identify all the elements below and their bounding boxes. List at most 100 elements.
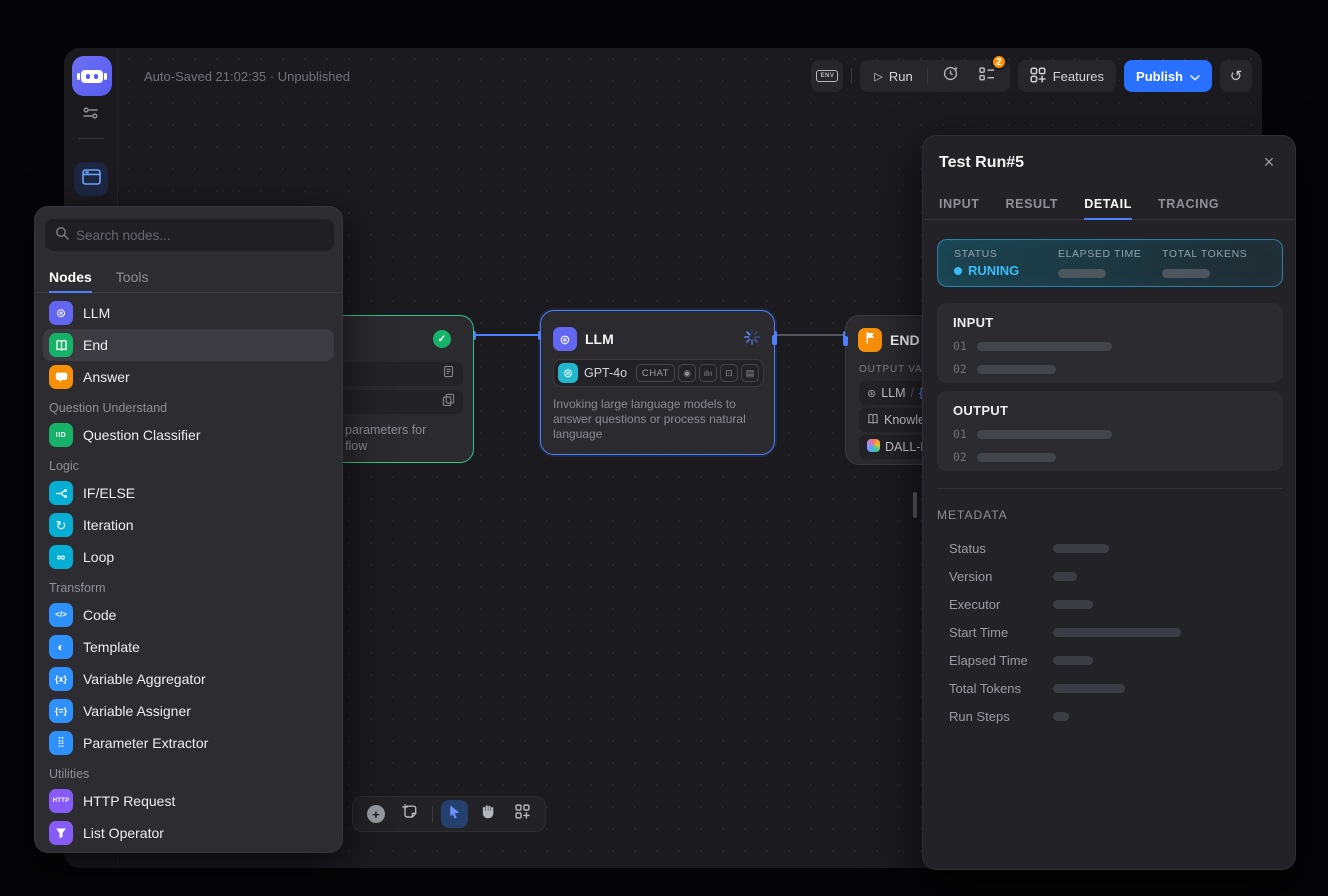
features-button[interactable]: Features	[1018, 60, 1116, 92]
hand-mode-button[interactable]	[474, 800, 502, 828]
skeleton-bar	[1058, 269, 1106, 278]
status-card-label: STATUS	[954, 248, 1058, 260]
test-run-panel: Test Run#5 × INPUTRESULTDETAILTRACING ST…	[922, 135, 1296, 870]
answer-icon	[49, 365, 73, 389]
node-item-label: Variable Aggregator	[83, 671, 206, 687]
checklist-button[interactable]: 2	[974, 63, 1000, 89]
node-group-title: Transform	[43, 573, 334, 599]
run-button[interactable]: ▷ Run	[870, 69, 916, 84]
node-item-question-classifier[interactable]: IIDQuestion Classifier	[43, 419, 334, 451]
organize-nodes-button[interactable]	[508, 800, 536, 828]
http-request-icon: HTTP	[49, 789, 73, 813]
llm-output-port[interactable]	[772, 335, 777, 345]
tab-tracing[interactable]: TRACING	[1158, 188, 1219, 219]
node-item-llm[interactable]: ⊛LLM	[43, 297, 334, 329]
node-item-iteration[interactable]: ↻Iteration	[43, 509, 334, 541]
node-item-parameter-extractor[interactable]: ⣿Parameter Extractor	[43, 727, 334, 759]
node-item-code[interactable]: </>Code	[43, 599, 334, 631]
run-status-card: STATUS RUNINGELAPSED TIMETOTAL TOKENS	[937, 239, 1283, 287]
pointer-mode-button[interactable]	[441, 800, 469, 828]
node-item-label: LLM	[83, 305, 110, 321]
sliders-icon[interactable]	[83, 106, 99, 118]
skeleton-bar	[1053, 628, 1181, 637]
node-item-end[interactable]: End	[43, 329, 334, 361]
metadata-row: Status	[937, 534, 1283, 562]
sidebar-divider	[78, 138, 104, 139]
app-logo[interactable]	[72, 56, 112, 96]
status-card-column: ELAPSED TIME	[1058, 248, 1162, 278]
metadata-row: Version	[937, 562, 1283, 590]
metadata-label: Version	[937, 569, 1053, 584]
video-icon: ⊡	[720, 364, 738, 382]
stopwatch-icon	[942, 65, 959, 87]
panel-toggle-button[interactable]	[74, 162, 108, 196]
metadata-label: Executor	[937, 597, 1053, 612]
search-input[interactable]	[76, 228, 324, 243]
node-item-variable-aggregator[interactable]: {x}Variable Aggregator	[43, 663, 334, 695]
version-history-button[interactable]: ↺	[1220, 60, 1252, 92]
node-item-variable-assigner[interactable]: {=}Variable Assigner	[43, 695, 334, 727]
io-row: 02	[953, 362, 1267, 376]
node-list: ⊛LLM End AnswerQuestion UnderstandIIDQuest…	[43, 297, 334, 846]
start-node-description: parameters for flow	[345, 422, 426, 454]
node-panel-tabs: Nodes Tools	[35, 261, 342, 293]
list-operator-icon	[49, 821, 73, 845]
tab-detail[interactable]: DETAIL	[1084, 188, 1132, 219]
end-icon	[49, 333, 73, 357]
add-node-button[interactable]: +	[362, 800, 390, 828]
chat-mode-badge: CHAT	[636, 364, 675, 382]
skeleton-bar	[1053, 656, 1093, 665]
node-group-title: Question Understand	[43, 393, 334, 419]
canvas-scrollbar-handle[interactable]	[913, 492, 917, 518]
editor-topbar: Auto-Saved 21:02:35 · Unpublished ENV ▷ …	[118, 48, 1262, 104]
tab-tools[interactable]: Tools	[116, 261, 149, 292]
tab-nodes[interactable]: Nodes	[49, 261, 92, 292]
duplicate-icon[interactable]	[442, 393, 455, 411]
node-item-template[interactable]: ◐Template	[43, 631, 334, 663]
metadata-label: Elapsed Time	[937, 653, 1053, 668]
run-history-button[interactable]	[938, 63, 964, 89]
llm-node[interactable]: ⊛ LLM ⊛ GPT-4o CHAT◉ılıı⊡▤ Invoking larg…	[540, 310, 775, 455]
run-panel-tabs: INPUT RESULT DETAIL TRACING	[923, 188, 1295, 220]
input-rows: 01 02	[953, 339, 1267, 376]
node-item-label: Template	[83, 639, 140, 655]
llm-node-title: LLM	[585, 331, 614, 347]
env-variables-button[interactable]: ENV	[811, 60, 843, 92]
publish-button[interactable]: Publish	[1124, 60, 1212, 92]
node-item-label: End	[83, 337, 108, 353]
llm-node-description: Invoking large language models to answer…	[553, 397, 764, 442]
llm-icon: ⊛	[867, 386, 876, 400]
node-item-label: Question Classifier	[83, 427, 201, 443]
status-card-column: TOTAL TOKENS	[1162, 248, 1266, 278]
run-button-group: ▷ Run 2	[860, 60, 1009, 92]
node-item-list-operator[interactable]: List Operator	[43, 817, 334, 846]
io-row: 01	[953, 427, 1267, 441]
llm-model-selector[interactable]: ⊛ GPT-4o CHAT◉ılıı⊡▤	[553, 359, 764, 387]
node-item-http-request[interactable]: HTTPHTTP Request	[43, 785, 334, 817]
status-value: RUNING	[954, 263, 1058, 278]
io-row: 01	[953, 339, 1267, 353]
end-input-port[interactable]	[843, 336, 848, 346]
history-icon: ↺	[1230, 67, 1243, 85]
status-card-label: TOTAL TOKENS	[1162, 248, 1266, 260]
status-card-label: ELAPSED TIME	[1058, 248, 1162, 260]
output-card-title: OUTPUT	[953, 403, 1267, 418]
metadata-row: Elapsed Time	[937, 646, 1283, 674]
openai-icon: ⊛	[558, 363, 578, 383]
close-icon[interactable]: ×	[1257, 150, 1281, 174]
checklist-count-badge: 2	[991, 54, 1007, 70]
skeleton-bar	[977, 430, 1112, 439]
skeleton-bar	[1053, 684, 1125, 693]
add-note-button[interactable]	[396, 800, 424, 828]
node-item-label: IF/ELSE	[83, 485, 135, 501]
skeleton-bar	[1162, 269, 1210, 278]
toolbar-divider	[432, 806, 433, 822]
node-item-answer[interactable]: Answer	[43, 361, 334, 393]
node-item-loop[interactable]: ∞Loop	[43, 541, 334, 573]
node-item-if-else[interactable]: IF/ELSE	[43, 477, 334, 509]
copy-icon[interactable]	[442, 365, 455, 383]
hand-icon	[481, 804, 496, 824]
metadata-row: Executor	[937, 590, 1283, 618]
tab-result[interactable]: RESULT	[1006, 188, 1059, 219]
tab-input[interactable]: INPUT	[939, 188, 980, 219]
